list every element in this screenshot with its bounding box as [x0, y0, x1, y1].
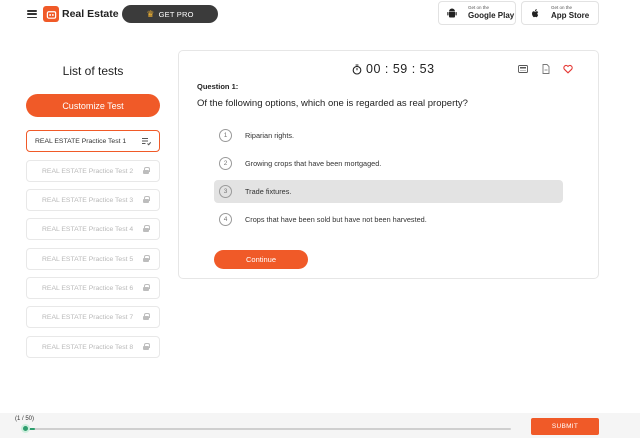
- lock-icon: [143, 255, 150, 262]
- test-item-label: REAL ESTATE Practice Test 8: [42, 343, 134, 351]
- menu-icon[interactable]: [27, 10, 37, 18]
- option-number: 4: [219, 213, 232, 226]
- android-icon: [446, 8, 458, 19]
- test-item-4[interactable]: REAL ESTATE Practice Test 4: [26, 218, 160, 240]
- apple-icon: [529, 8, 541, 19]
- continue-button[interactable]: Continue: [214, 250, 308, 269]
- submit-button[interactable]: SUBMIT: [531, 418, 599, 435]
- google-play-label: Google Play: [468, 10, 515, 20]
- google-play-button[interactable]: Get on the Google Play: [438, 1, 516, 25]
- option-number: 1: [219, 129, 232, 142]
- lock-icon: [143, 196, 150, 203]
- option-number: 3: [219, 185, 232, 198]
- lock-icon: [143, 284, 150, 291]
- test-item-3[interactable]: REAL ESTATE Practice Test 3: [26, 189, 160, 211]
- lock-icon: [143, 313, 150, 320]
- answer-option-3[interactable]: 3 Trade fixtures.: [214, 180, 563, 203]
- test-item-label: REAL ESTATE Practice Test 7: [42, 313, 134, 321]
- test-item-label: REAL ESTATE Practice Test 1: [35, 137, 127, 145]
- option-text: Crops that have been sold but have not b…: [245, 215, 427, 224]
- answer-option-1[interactable]: 1 Riparian rights.: [214, 124, 563, 147]
- test-item-label: REAL ESTATE Practice Test 5: [42, 255, 134, 263]
- lock-icon: [143, 343, 150, 350]
- test-item-label: REAL ESTATE Practice Test 4: [42, 225, 134, 233]
- document-icon[interactable]: [541, 64, 551, 74]
- calculator-icon[interactable]: [518, 64, 528, 74]
- test-item-6[interactable]: REAL ESTATE Practice Test 6: [26, 277, 160, 299]
- get-pro-button[interactable]: ♛ GET PRO: [122, 5, 218, 23]
- app-store-label: App Store: [551, 10, 590, 20]
- app-store-button[interactable]: Get on the App Store: [521, 1, 599, 25]
- lock-icon: [143, 167, 150, 174]
- test-item-8[interactable]: REAL ESTATE Practice Test 8: [26, 336, 160, 358]
- heart-icon[interactable]: [563, 64, 573, 74]
- lock-icon: [143, 225, 150, 232]
- answer-option-2[interactable]: 2 Growing crops that have been mortgaged…: [214, 152, 563, 175]
- timer-value: 00 : 59 : 53: [366, 62, 435, 76]
- test-item-label: REAL ESTATE Practice Test 6: [42, 284, 134, 292]
- option-text: Riparian rights.: [245, 131, 295, 140]
- test-item-label: REAL ESTATE Practice Test 3: [42, 196, 134, 204]
- test-item-1[interactable]: REAL ESTATE Practice Test 1: [26, 130, 160, 152]
- option-text: Growing crops that have been mortgaged.: [245, 159, 382, 168]
- progress-label: (1 / 50): [15, 416, 35, 422]
- progress-slider-thumb[interactable]: [21, 424, 30, 433]
- answer-option-4[interactable]: 4 Crops that have been sold but have not…: [214, 208, 563, 231]
- test-item-7[interactable]: REAL ESTATE Practice Test 7: [26, 306, 160, 328]
- progress-track: [25, 428, 511, 430]
- option-text: Trade fixtures.: [245, 187, 292, 196]
- sidebar-title: List of tests: [62, 64, 124, 78]
- question-label: Question 1:: [197, 82, 239, 91]
- brand-name: Real Estate: [62, 8, 119, 20]
- crown-icon: ♛: [146, 8, 155, 19]
- test-item-label: REAL ESTATE Practice Test 2: [42, 167, 134, 175]
- customize-test-button[interactable]: Customize Test: [26, 94, 160, 117]
- test-item-2[interactable]: REAL ESTATE Practice Test 2: [26, 160, 160, 182]
- logo-icon: [43, 6, 59, 22]
- get-pro-label: GET PRO: [158, 9, 194, 19]
- option-number: 2: [219, 157, 232, 170]
- question-text: Of the following options, which one is r…: [197, 98, 468, 109]
- timer: 00 : 59 : 53: [352, 62, 435, 76]
- test-list-icon: [142, 138, 151, 146]
- test-item-5[interactable]: REAL ESTATE Practice Test 5: [26, 248, 160, 270]
- stopwatch-icon: [352, 64, 362, 75]
